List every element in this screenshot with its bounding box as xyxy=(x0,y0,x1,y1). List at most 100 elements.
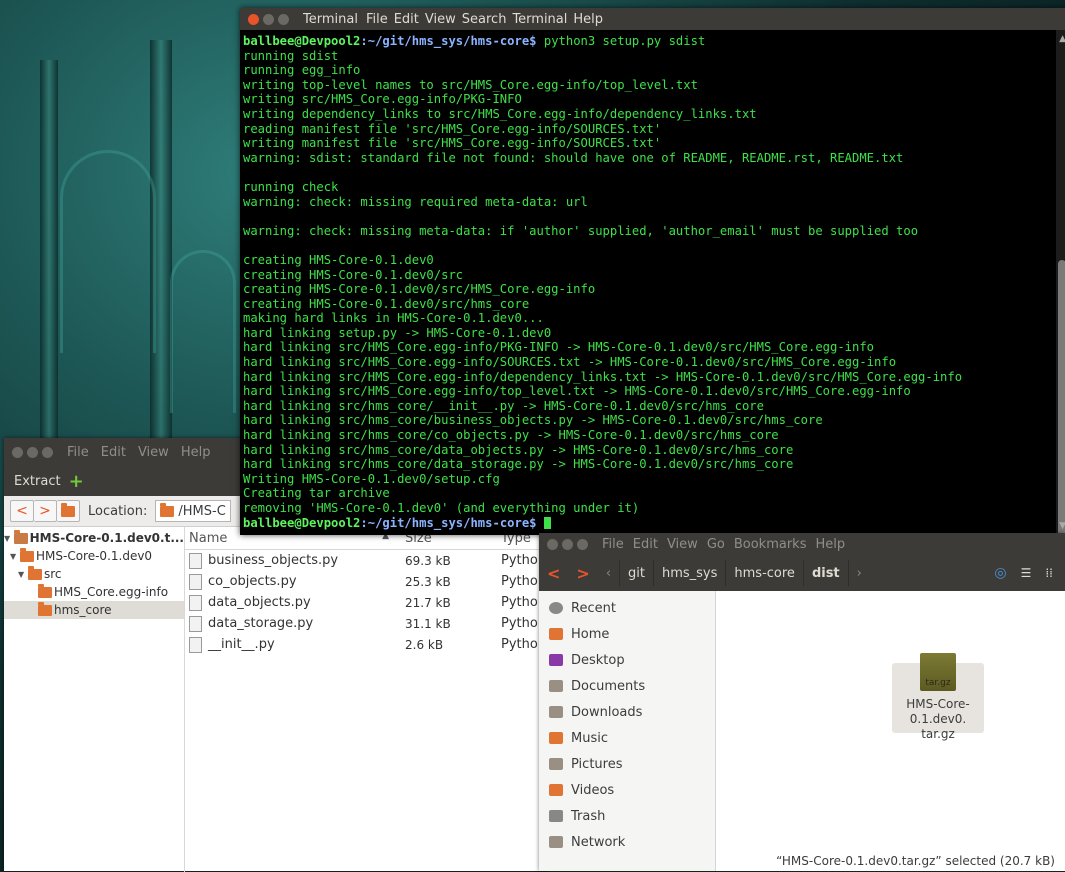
path-scroll-right-icon[interactable]: › xyxy=(849,560,870,586)
wallpaper-column xyxy=(40,60,58,440)
forward-icon[interactable]: > xyxy=(568,564,597,583)
back-icon[interactable]: < xyxy=(539,564,568,583)
tree-item-egg-info[interactable]: HMS_Core.egg-info xyxy=(4,583,184,601)
file-size: 21.7 kB xyxy=(405,595,451,610)
sidebar-item-label: Music xyxy=(571,730,608,746)
minimize-button[interactable] xyxy=(562,538,573,550)
menu-terminal-app[interactable]: Terminal xyxy=(303,12,358,27)
grid-view-icon[interactable]: ⁞⁞ xyxy=(1045,566,1053,580)
sidebar-item-label: Trash xyxy=(571,808,606,824)
location-label: Location: xyxy=(88,503,148,519)
menu-view[interactable]: View xyxy=(138,445,169,460)
file-size: 31.1 kB xyxy=(405,616,451,631)
file-name: data_objects.py xyxy=(208,594,311,610)
list-view-icon[interactable]: ☰ xyxy=(1021,566,1032,580)
file-item-name: HMS-Core-0.1.dev0. tar.gz xyxy=(906,697,970,741)
path-segment-hms-core[interactable]: hms-core xyxy=(726,560,804,586)
menu-help[interactable]: Help xyxy=(181,445,211,460)
tree-item-label: HMS-Core-0.1.dev0 xyxy=(36,549,153,563)
files-body: Recent Home Desktop Documents Downloads … xyxy=(539,591,1065,871)
table-row[interactable]: co_objects.py 25.3 kB Python s xyxy=(185,571,561,592)
menu-help[interactable]: Help xyxy=(815,537,845,552)
sidebar-item-downloads[interactable]: Downloads xyxy=(539,699,715,725)
minimize-button[interactable] xyxy=(27,446,38,458)
minimize-button[interactable] xyxy=(263,13,274,25)
archive-body: ▼ HMS-Core-0.1.dev0.t... ▼ HMS-Core-0.1.… xyxy=(4,527,561,872)
table-row[interactable]: __init__.py 2.6 kB Python s xyxy=(185,634,561,655)
menu-file[interactable]: File xyxy=(366,12,388,27)
tree-item-src[interactable]: ▼ src xyxy=(4,565,184,583)
sidebar-item-recent[interactable]: Recent xyxy=(539,595,715,621)
archive-box-icon: tar.gz xyxy=(920,653,956,691)
file-name: data_storage.py xyxy=(208,615,314,631)
command-output: running sdist running egg_info writing t… xyxy=(243,48,963,515)
menu-edit[interactable]: Edit xyxy=(101,445,126,460)
file-item-tar-gz[interactable]: tar.gz HMS-Core-0.1.dev0. tar.gz xyxy=(892,653,984,741)
menu-view[interactable]: View xyxy=(425,12,456,27)
path-segment-dist[interactable]: dist xyxy=(804,560,849,586)
tree-item-archive[interactable]: ▼ HMS-Core-0.1.dev0.t... xyxy=(4,529,184,547)
sidebar-item-trash[interactable]: Trash xyxy=(539,803,715,829)
scroll-down-icon[interactable]: ▼ xyxy=(1059,521,1065,531)
trash-icon xyxy=(549,810,563,822)
menu-search[interactable]: Search xyxy=(462,12,507,27)
path-segment-hms-sys[interactable]: hms_sys xyxy=(654,560,727,586)
maximize-button[interactable] xyxy=(577,538,588,550)
close-button[interactable] xyxy=(12,446,23,458)
maximize-button[interactable] xyxy=(278,13,289,25)
menu-view[interactable]: View xyxy=(667,537,698,552)
menu-edit[interactable]: Edit xyxy=(394,12,419,27)
menu-go[interactable]: Go xyxy=(707,537,725,552)
tree-item-root-folder[interactable]: ▼ HMS-Core-0.1.dev0 xyxy=(4,547,184,565)
sidebar-item-documents[interactable]: Documents xyxy=(539,673,715,699)
add-files-icon[interactable]: + xyxy=(69,471,84,492)
table-row[interactable]: data_storage.py 31.1 kB Python s xyxy=(185,613,561,634)
home-button[interactable] xyxy=(57,500,80,522)
search-icon[interactable]: ◎ xyxy=(994,565,1006,581)
menu-bookmarks[interactable]: Bookmarks xyxy=(734,537,807,552)
menu-file[interactable]: File xyxy=(67,445,89,460)
terminal-scrollbar[interactable]: ▲ ▼ xyxy=(1056,30,1065,545)
menu-file[interactable]: File xyxy=(602,537,624,552)
sidebar-item-home[interactable]: Home xyxy=(539,621,715,647)
sidebar-item-music[interactable]: Music xyxy=(539,725,715,751)
menu-edit[interactable]: Edit xyxy=(633,537,658,552)
tree-item-label: src xyxy=(44,567,62,581)
tree-item-hms-core[interactable]: hms_core xyxy=(4,601,184,619)
back-button[interactable]: < xyxy=(10,500,34,522)
scroll-up-icon[interactable]: ▲ xyxy=(1059,34,1065,44)
pictures-icon xyxy=(549,758,563,770)
column-name-label: Name xyxy=(189,530,228,546)
folder-icon xyxy=(61,502,75,517)
sidebar-item-videos[interactable]: Videos xyxy=(539,777,715,803)
close-button[interactable] xyxy=(547,538,558,550)
sidebar-item-desktop[interactable]: Desktop xyxy=(539,647,715,673)
expander-icon[interactable]: ▼ xyxy=(10,552,20,561)
terminal-window: Terminal File Edit View Search Terminal … xyxy=(240,8,1065,545)
scroll-thumb[interactable] xyxy=(1058,260,1065,545)
forward-button[interactable]: > xyxy=(34,500,57,522)
close-button[interactable] xyxy=(248,13,259,25)
sidebar-item-network[interactable]: Network xyxy=(539,829,715,855)
table-row[interactable]: business_objects.py 69.3 kB Python s xyxy=(185,550,561,571)
menu-terminal[interactable]: Terminal xyxy=(512,12,567,27)
file-size: 25.3 kB xyxy=(405,574,451,589)
location-field[interactable]: /HMS-C xyxy=(155,500,232,522)
prompt-user: ballbee@Devpool2 xyxy=(243,34,361,48)
terminal-output[interactable]: ballbee@Devpool2:~/git/hms_sys/hms-core$… xyxy=(243,34,1055,535)
sidebar-item-pictures[interactable]: Pictures xyxy=(539,751,715,777)
folder-icon xyxy=(20,547,34,562)
menu-help[interactable]: Help xyxy=(573,12,603,27)
tree-item-label: hms_core xyxy=(54,603,112,617)
file-size: 2.6 kB xyxy=(405,637,444,652)
expander-icon[interactable]: ▼ xyxy=(18,570,28,579)
path-scroll-left-icon[interactable]: ‹ xyxy=(598,560,621,586)
expander-icon[interactable]: ▼ xyxy=(4,534,14,543)
table-row[interactable]: data_objects.py 21.7 kB Python s xyxy=(185,592,561,613)
python-file-icon xyxy=(189,615,202,632)
wallpaper-arch xyxy=(60,150,156,353)
path-segment-git[interactable]: git xyxy=(620,560,654,586)
maximize-button[interactable] xyxy=(42,446,53,458)
extract-button[interactable]: Extract xyxy=(14,474,61,489)
python-file-icon xyxy=(189,552,202,569)
